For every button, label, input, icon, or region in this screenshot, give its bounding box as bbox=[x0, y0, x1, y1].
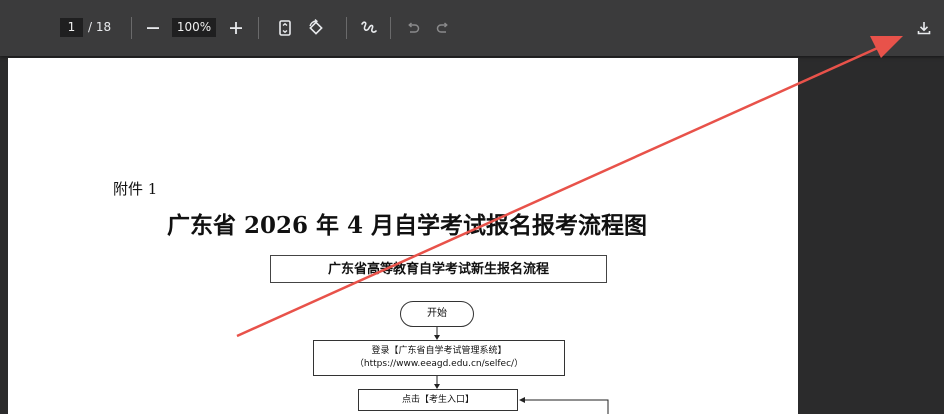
annotation-arrow bbox=[236, 36, 903, 338]
